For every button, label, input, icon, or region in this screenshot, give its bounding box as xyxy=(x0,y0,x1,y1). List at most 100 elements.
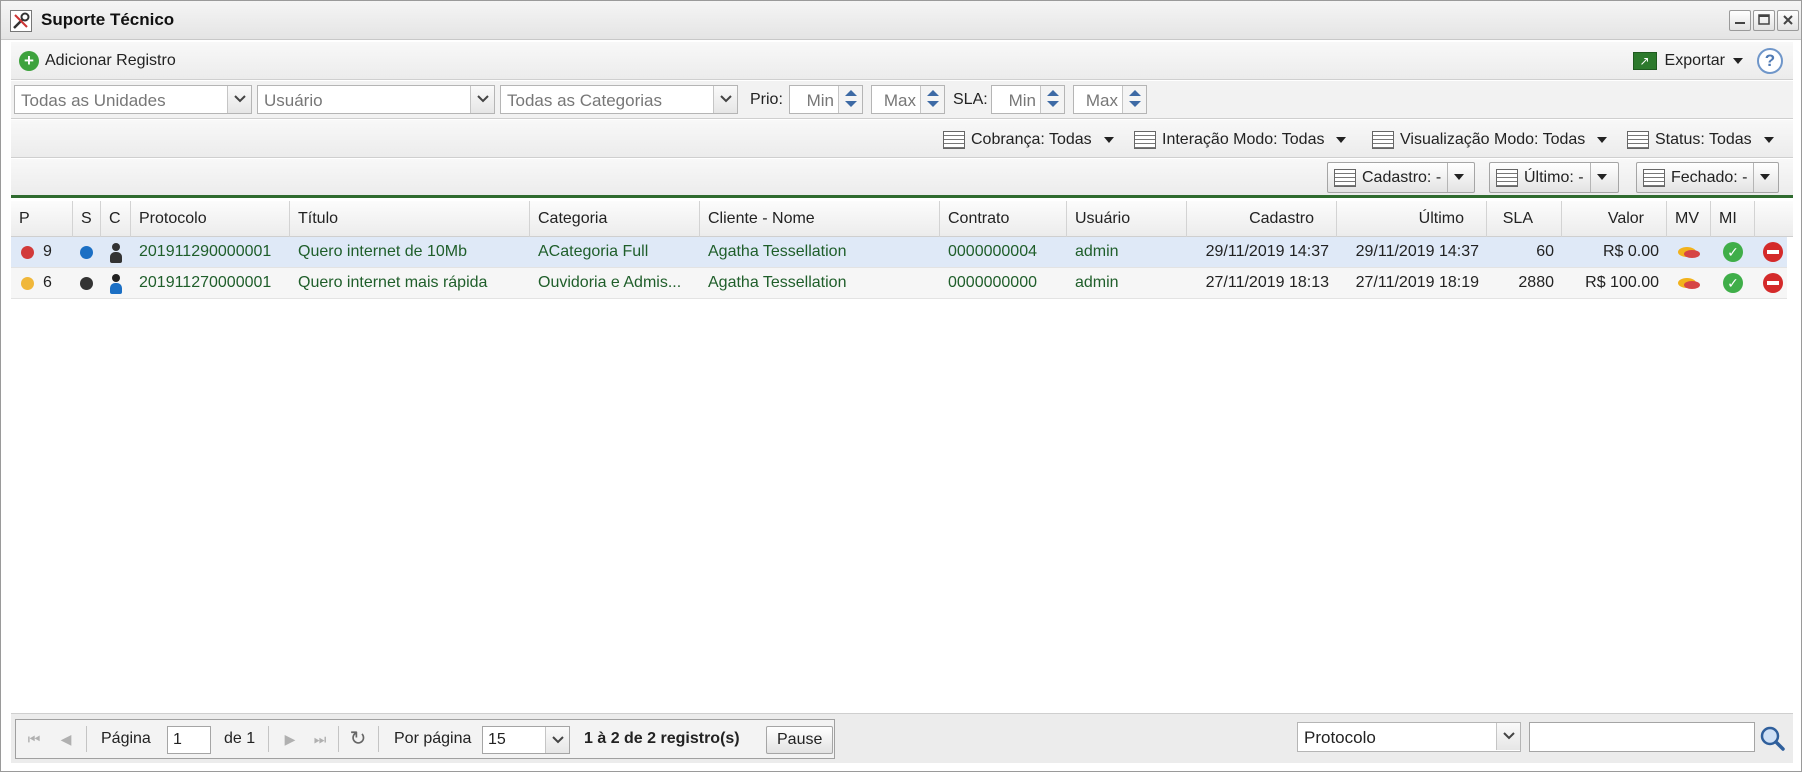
column-header-usuario[interactable]: Usuário xyxy=(1067,201,1187,237)
user-select[interactable]: Usuário xyxy=(257,85,495,114)
ultimo-cell: 27/11/2019 18:19 xyxy=(1355,274,1479,291)
categoria-cell[interactable]: Ouvidoria e Admis... xyxy=(530,268,700,298)
column-header-sla[interactable]: SLA xyxy=(1487,201,1562,237)
table-icon xyxy=(1627,131,1649,149)
prio-max-spinner[interactable]: Max xyxy=(871,85,945,114)
valor-cell: R$ 0.00 xyxy=(1602,243,1659,260)
pause-button[interactable]: Pause xyxy=(766,726,834,754)
column-header-titulo[interactable]: Título xyxy=(290,201,530,237)
table-icon xyxy=(1643,168,1665,187)
message-view-icon[interactable] xyxy=(1677,246,1701,259)
protocolo-cell[interactable]: 201911270000001 xyxy=(131,268,290,298)
protocolo-cell[interactable]: 201911290000001 xyxy=(131,237,290,267)
status-menu[interactable]: Status: Todas xyxy=(1627,128,1774,152)
spinner-arrows-icon[interactable] xyxy=(1040,86,1064,113)
user-placeholder: Usuário xyxy=(264,91,323,110)
priority-value: 6 xyxy=(43,274,52,291)
refresh-icon[interactable]: ↻ xyxy=(346,727,370,751)
check-icon[interactable]: ✓ xyxy=(1723,273,1743,293)
column-header-ultimo[interactable]: Último xyxy=(1337,201,1487,237)
minimize-button[interactable] xyxy=(1729,10,1751,31)
cadastro-filter-button[interactable]: Cadastro: - xyxy=(1327,162,1475,193)
column-header-categoria[interactable]: Categoria xyxy=(530,201,700,237)
chevron-down-icon[interactable] xyxy=(545,727,569,753)
status-dot xyxy=(80,277,93,290)
categories-select[interactable]: Todas as Categorias xyxy=(500,85,738,114)
add-record-button[interactable]: + Adicionar Registro xyxy=(19,48,176,74)
remove-icon[interactable] xyxy=(1763,273,1783,293)
chevron-down-icon[interactable] xyxy=(1448,169,1470,187)
contrato-cell[interactable]: 0000000004 xyxy=(940,237,1067,267)
column-header-c[interactable]: C xyxy=(101,201,131,237)
check-icon[interactable]: ✓ xyxy=(1723,242,1743,262)
column-header-s[interactable]: S xyxy=(73,201,101,237)
cliente-cell[interactable]: Agatha Tessellation xyxy=(700,268,940,298)
units-select[interactable]: Todas as Unidades xyxy=(14,85,252,114)
priority-value: 9 xyxy=(43,243,52,260)
column-header-mv[interactable]: MV xyxy=(1667,201,1711,237)
chevron-down-icon xyxy=(1733,58,1743,64)
export-button[interactable]: ↗ Exportar xyxy=(1632,48,1743,74)
per-page-select[interactable]: 15 xyxy=(482,726,570,754)
column-header-mi[interactable]: MI xyxy=(1711,201,1755,237)
column-header-cadastro[interactable]: Cadastro xyxy=(1187,201,1337,237)
maximize-button[interactable] xyxy=(1753,10,1775,31)
client-person-icon xyxy=(110,243,122,263)
sla-min-spinner[interactable]: Min xyxy=(991,85,1065,114)
sla-max-spinner[interactable]: Max xyxy=(1073,85,1147,114)
cobranca-menu[interactable]: Cobrança: Todas xyxy=(943,128,1114,152)
cliente-cell[interactable]: Agatha Tessellation xyxy=(700,237,940,267)
previous-page-icon[interactable]: ◀ xyxy=(54,727,78,751)
fechado-filter-button[interactable]: Fechado: - xyxy=(1636,162,1779,193)
contrato-cell[interactable]: 0000000000 xyxy=(940,268,1067,298)
search-icon[interactable] xyxy=(1759,725,1785,751)
chevron-down-icon[interactable] xyxy=(713,86,737,113)
last-page-icon[interactable]: ⏭ xyxy=(308,727,332,751)
interacao-label: Interação Modo: Todas xyxy=(1162,131,1325,148)
close-button[interactable] xyxy=(1777,10,1799,31)
help-icon[interactable]: ? xyxy=(1757,48,1783,74)
chevron-down-icon[interactable] xyxy=(470,86,494,113)
remove-icon[interactable] xyxy=(1763,242,1783,262)
search-field-select[interactable]: Protocolo xyxy=(1297,722,1521,752)
search-field-value: Protocolo xyxy=(1304,728,1376,747)
message-view-icon[interactable] xyxy=(1677,277,1701,290)
table-row[interactable]: 9 201911290000001 Quero internet de 10Mb… xyxy=(11,237,1787,268)
ultimo-filter-button[interactable]: Último: - xyxy=(1489,162,1619,193)
spinner-arrows-icon[interactable] xyxy=(1122,86,1146,113)
sla-min-placeholder: Min xyxy=(1008,91,1036,110)
interacao-menu[interactable]: Interação Modo: Todas xyxy=(1134,128,1347,152)
ultimo-cell: 29/11/2019 14:37 xyxy=(1355,243,1479,260)
chevron-down-icon[interactable] xyxy=(1754,169,1776,187)
titulo-cell[interactable]: Quero internet mais rápida xyxy=(290,268,530,298)
client-person-icon xyxy=(110,274,122,294)
table-row[interactable]: 6 201911270000001 Quero internet mais rá… xyxy=(11,268,1787,299)
page-of-label: de 1 xyxy=(224,730,256,747)
next-page-icon[interactable]: ▶ xyxy=(278,727,302,751)
column-header-protocolo[interactable]: Protocolo xyxy=(131,201,290,237)
column-header-valor[interactable]: Valor xyxy=(1562,201,1667,237)
column-header-contrato[interactable]: Contrato xyxy=(940,201,1067,237)
column-header-cliente[interactable]: Cliente - Nome xyxy=(700,201,940,237)
first-page-icon[interactable]: ⏮ xyxy=(22,727,46,751)
page-number-input[interactable]: 1 xyxy=(167,726,211,754)
ultimo-filter-label: Último: - xyxy=(1524,168,1584,186)
column-header-p[interactable]: P xyxy=(11,201,73,237)
spinner-arrows-icon[interactable] xyxy=(838,86,862,113)
chevron-down-icon xyxy=(1103,137,1114,143)
cadastro-cell: 27/11/2019 18:13 xyxy=(1205,274,1329,291)
search-input[interactable] xyxy=(1529,722,1755,752)
chevron-down-icon[interactable] xyxy=(1591,169,1613,187)
chevron-down-icon[interactable] xyxy=(1496,723,1520,750)
usuario-cell[interactable]: admin xyxy=(1067,268,1187,298)
usuario-cell[interactable]: admin xyxy=(1067,237,1187,267)
visualizacao-menu[interactable]: Visualização Modo: Todas xyxy=(1372,128,1608,152)
titulo-cell[interactable]: Quero internet de 10Mb xyxy=(290,237,530,267)
filter-bar: Todas as Unidades Usuário Todas as Categ… xyxy=(11,81,1793,119)
main-toolbar: + Adicionar Registro ↗ Exportar ? xyxy=(11,42,1793,80)
chevron-down-icon[interactable] xyxy=(227,86,251,113)
table-icon xyxy=(1372,131,1394,149)
categoria-cell[interactable]: ACategoria Full xyxy=(530,237,700,267)
spinner-arrows-icon[interactable] xyxy=(920,86,944,113)
prio-min-spinner[interactable]: Min xyxy=(789,85,863,114)
